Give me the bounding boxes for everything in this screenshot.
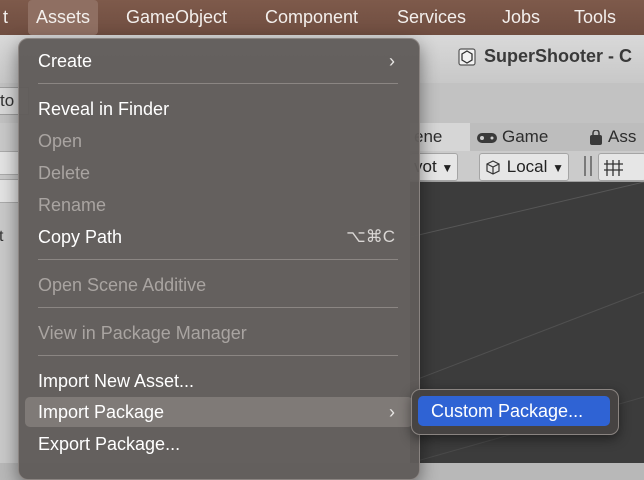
shopping-bag-icon — [590, 129, 602, 145]
chevron-down-icon: ▼ — [552, 161, 564, 175]
view-tabs: ene Game Ass — [410, 123, 644, 151]
menu-item-export-package[interactable]: Export Package... — [25, 429, 413, 459]
menu-item-label: Import Package — [38, 402, 165, 422]
menu-assets[interactable]: Assets — [28, 0, 99, 35]
menu-edit-partial[interactable]: t — [0, 0, 16, 35]
hierarchy-search-stub[interactable] — [0, 179, 19, 203]
menu-item-label: Custom Package... — [431, 401, 584, 421]
grid-icon — [604, 159, 623, 176]
menu-separator — [38, 355, 398, 356]
menu-item-label: Delete — [38, 163, 91, 183]
window-title: SuperShooter - C — [458, 46, 632, 67]
cube-icon — [486, 159, 500, 175]
menu-separator — [38, 259, 398, 260]
grid-snap-button[interactable] — [598, 153, 644, 181]
menu-item-delete: Delete — [25, 158, 413, 188]
hierarchy-item-stub: t — [0, 228, 4, 245]
import-package-submenu: Custom Package... — [411, 389, 619, 435]
gamepad-icon — [477, 132, 497, 143]
window-title-text: SuperShooter - C — [484, 46, 633, 66]
menu-item-rename: Rename — [25, 190, 413, 220]
menu-item-open: Open — [25, 126, 413, 156]
menu-item-label: Import New Asset... — [38, 371, 195, 391]
toolbar-grip — [584, 156, 592, 176]
menu-item-label: Open Scene Additive — [38, 275, 207, 295]
menu-item-import-new-asset[interactable]: Import New Asset... — [25, 366, 413, 396]
menu-item-label: Rename — [38, 195, 107, 215]
menu-tools[interactable]: Tools — [566, 0, 624, 35]
menu-item-label: View in Package Manager — [38, 323, 247, 343]
menu-bar: t Assets GameObject Component Services J… — [0, 0, 644, 35]
chevron-right-icon: › — [389, 402, 395, 422]
hierarchy-button-stub[interactable] — [0, 151, 19, 175]
tab-game-label: Game — [502, 127, 549, 146]
menu-item-label: Open — [38, 131, 83, 151]
tab-asset-store-label: Ass — [608, 127, 637, 146]
menu-item-label: Reveal in Finder — [38, 99, 170, 119]
menu-services[interactable]: Services — [389, 0, 474, 35]
tab-asset-store[interactable]: Ass — [588, 123, 636, 151]
shortcut-label: ⌥⌘C — [346, 227, 395, 246]
menu-item-label: Export Package... — [38, 434, 181, 454]
menu-component[interactable]: Component — [257, 0, 366, 35]
menu-item-copy-path[interactable]: Copy Path ⌥⌘C — [25, 222, 413, 252]
menu-item-label: Copy Path — [38, 227, 123, 247]
chevron-down-icon: ▼ — [441, 161, 454, 175]
menu-separator — [38, 307, 398, 308]
menu-item-reveal-in-finder[interactable]: Reveal in Finder — [25, 94, 413, 124]
menu-item-label: Create — [38, 51, 93, 71]
assets-menu: Create › Reveal in Finder Open Delete Re… — [18, 38, 420, 480]
menu-item-view-in-package-manager: View in Package Manager — [25, 318, 413, 348]
menu-gameobject[interactable]: GameObject — [118, 0, 235, 35]
menu-item-import-package[interactable]: Import Package › — [25, 397, 413, 427]
chevron-right-icon: › — [389, 51, 395, 71]
menu-item-custom-package[interactable]: Custom Package... — [418, 396, 610, 426]
scene-toolbar: vot ▼ Local ▼ — [410, 151, 644, 182]
space-label: Local — [506, 157, 548, 176]
menu-item-create[interactable]: Create › — [25, 46, 413, 76]
menu-separator — [38, 83, 398, 84]
unity-scene-icon — [458, 47, 476, 66]
tab-game[interactable]: Game — [476, 123, 548, 151]
space-dropdown[interactable]: Local ▼ — [479, 153, 569, 181]
menu-item-open-scene-additive: Open Scene Additive — [25, 270, 413, 300]
menu-jobs[interactable]: Jobs — [494, 0, 548, 35]
